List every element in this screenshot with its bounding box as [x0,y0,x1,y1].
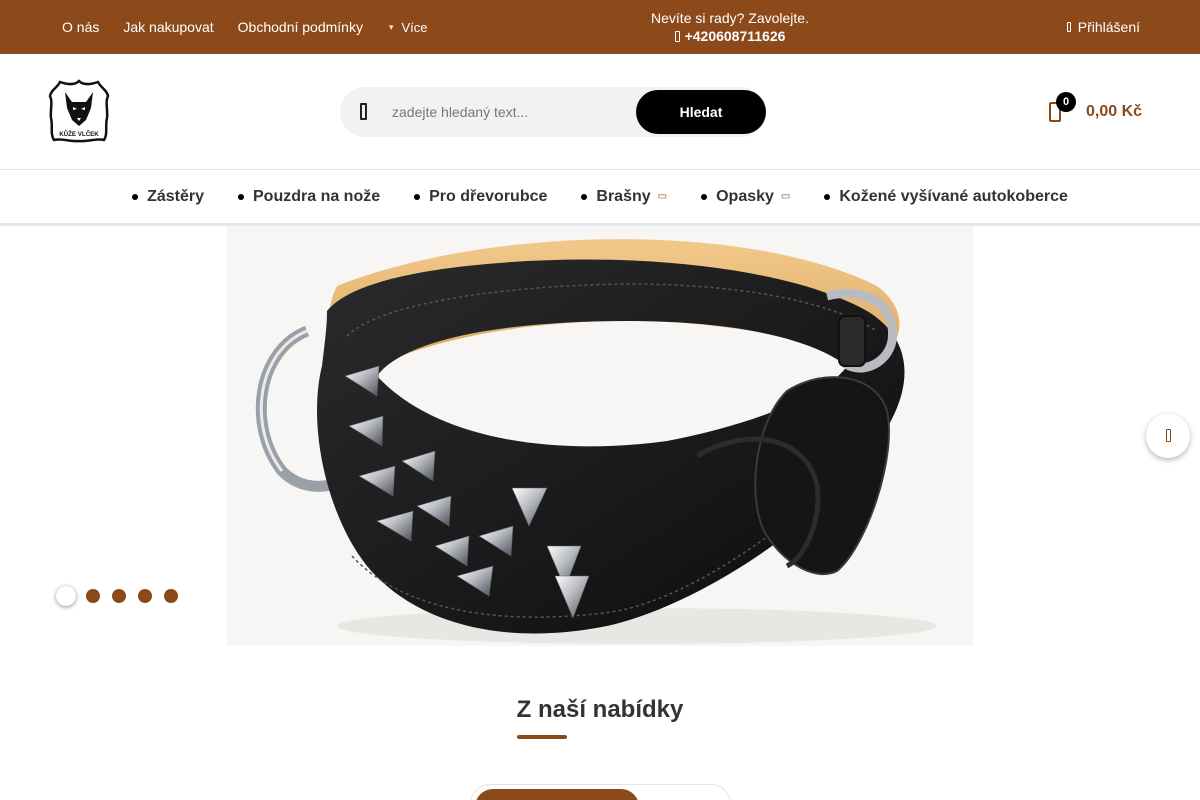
main-nav: Zástěry Pouzdra na nože Pro dřevorubce B… [0,170,1200,226]
nav-item-belts[interactable]: Opasky ▭ [701,188,790,206]
hero-slide-image[interactable] [227,226,973,646]
nav-item-lumberjacks[interactable]: Pro dřevorubce [414,188,547,206]
spiked-dog-collar-image [227,226,973,646]
more-label: Více [401,19,428,35]
header: KŮŽE VLČEK Hledat 0 0,00 Kč [0,54,1200,170]
bullet-icon [414,193,421,200]
chevron-down-icon: ▾ [388,21,394,32]
help-contact: Nevíte si rady? Zavolejte. +420608711626 [600,9,860,45]
bullet-icon [238,193,244,200]
nav-item-label: Zástěry [147,187,204,205]
nav-item-aprons[interactable]: Zástěry [132,188,204,206]
nav-item-label: Pro dřevorubce [429,187,548,205]
submenu-icon: ▭ [657,191,668,202]
bullet-icon [132,193,139,200]
phone-link[interactable]: +420608711626 [600,27,860,45]
slider-next-button[interactable] [1146,414,1190,458]
cart-total: 0,00 Kč [1086,103,1143,120]
search-bar: Hledat [340,87,766,137]
nav-item-car-mats[interactable]: Kožené vyšívané autokoberce [824,188,1068,206]
link-terms[interactable]: Obchodní podmínky [238,19,363,35]
slider-dot-3[interactable] [112,589,126,603]
search-icon [360,103,367,120]
help-text: Nevíte si rady? Zavolejte. [651,10,809,26]
slider-dot-5[interactable] [164,589,178,603]
nav-item-knife-sheaths[interactable]: Pouzdra na nože [238,188,380,206]
login-link[interactable]: Přihlášení [1066,0,1140,54]
section-underline [517,735,567,739]
search-button[interactable]: Hledat [636,90,766,134]
top-bar: O nás Jak nakupovat Obchodní podmínky ▾ … [0,0,1200,54]
nav-item-label: Pouzdra na nože [253,187,381,205]
bullet-icon [581,193,588,200]
logo[interactable]: KŮŽE VLČEK [48,78,110,144]
phone-icon [674,30,680,42]
nav-item-label: Kožené vyšívané autokoberce [839,187,1068,205]
cart[interactable]: 0 0,00 Kč [1046,92,1156,132]
more-menu[interactable]: ▾ Více [389,20,428,35]
nav-item-label: Opasky [716,187,774,205]
slider-dot-1[interactable] [56,586,76,606]
phone-number: +420608711626 [684,28,786,44]
slider-dot-2[interactable] [86,589,100,603]
bullet-icon [824,193,831,200]
tab-active[interactable] [475,789,639,800]
submenu-icon: ▭ [780,191,791,202]
link-how-to-shop[interactable]: Jak nakupovat [123,19,213,35]
section-title: Z naší nabídky [516,696,684,723]
logo-text: KŮŽE VLČEK [59,130,99,138]
bullet-icon [701,193,708,200]
top-links: O nás Jak nakupovat Obchodní podmínky ▾ … [62,0,428,54]
nav-item-label: Brašny [596,187,651,205]
chevron-right-icon [1166,429,1171,442]
login-label: Přihlášení [1077,19,1140,35]
product-tabs [470,784,731,800]
slider-dot-4[interactable] [138,589,152,603]
link-about[interactable]: O nás [62,19,99,35]
cart-count-badge: 0 [1056,92,1076,112]
search-input[interactable] [392,87,632,137]
nav-item-bags[interactable]: Brašny ▭ [581,188,667,206]
wolf-logo-icon: KŮŽE VLČEK [48,79,110,143]
user-icon [1066,22,1071,32]
slider-pagination [55,586,190,606]
